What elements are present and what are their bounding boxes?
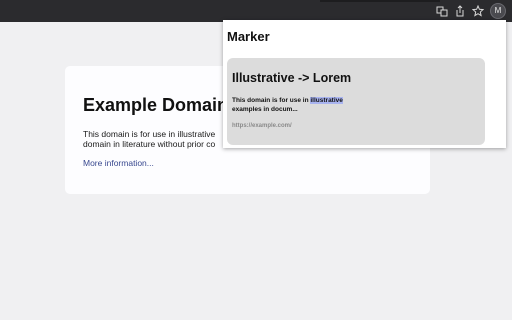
share-icon[interactable] bbox=[454, 5, 466, 17]
more-information-link[interactable]: More information... bbox=[83, 158, 154, 168]
marker-url[interactable]: https://example.com/ bbox=[232, 123, 292, 129]
star-icon[interactable] bbox=[471, 4, 485, 17]
snippet-line: This domain is for use in illustrative bbox=[232, 97, 382, 106]
browser-toolbar: M bbox=[0, 0, 512, 22]
marker-heading: Illustrative -> Lorem bbox=[232, 71, 352, 85]
marker-snippet: This domain is for use in illustrative e… bbox=[232, 97, 382, 114]
marker-extension-popup: Marker Illustrative -> Lorem This domain… bbox=[223, 20, 506, 148]
tab-strip-edge bbox=[320, 0, 440, 2]
marker-card[interactable]: Illustrative -> Lorem This domain is for… bbox=[227, 58, 485, 145]
profile-avatar[interactable]: M bbox=[490, 3, 506, 19]
snippet-highlight: illustrative bbox=[310, 97, 343, 104]
translate-icon[interactable] bbox=[436, 5, 448, 17]
page-title: Example Domain bbox=[83, 95, 229, 115]
snippet-text: This domain is for use in bbox=[232, 97, 311, 104]
snippet-text: examples in docum... bbox=[232, 105, 298, 113]
popup-title: Marker bbox=[227, 29, 270, 44]
